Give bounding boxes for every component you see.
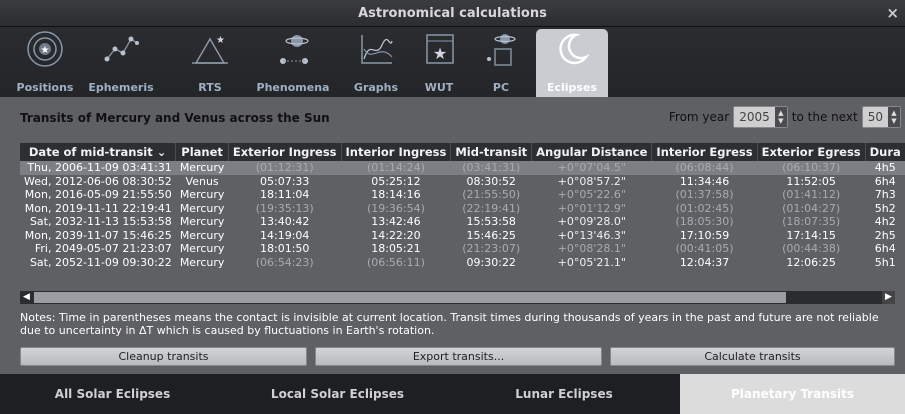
transits-table: Date of mid-transit ⌄ Planet Exterior In… [20,143,905,277]
table-row[interactable]: Sat, 2052-11-09 09:30:22 Mercury (06:54:… [20,256,905,270]
next-years-value[interactable]: 50 [863,110,888,124]
year-range-controls: From year 2005 ▲ ▼ to the next 50 ▲ ▼ [669,105,905,129]
action-buttons: Cleanup transits Export transits... Calc… [20,347,895,366]
calculate-transits-button[interactable]: Calculate transits [610,347,895,366]
from-year-label: From year [668,110,730,124]
table-row[interactable]: Mon, 2039-11-07 15:46:25 Mercury 14:19:0… [20,229,905,243]
horizontal-scrollbar[interactable]: ◀ ▶ [20,291,895,304]
tab-graphs[interactable]: Graphs [346,29,406,97]
close-icon[interactable]: × [886,4,899,22]
calendar-star-icon: ★ [426,34,454,64]
main-tab-bar: ★ Positions Ephemeris ★ RTS Phenomena Gr… [0,27,905,97]
column-interior-ingress[interactable]: Interior Ingress [341,143,452,161]
window-title: Astronomical calculations [358,6,547,21]
column-interior-egress[interactable]: Interior Egress [651,143,758,161]
target-icon: ★ [27,31,63,67]
constellation-icon [104,36,139,62]
tab-positions[interactable]: ★ Positions [14,29,76,97]
svg-text:★: ★ [433,44,447,63]
tab-label: Phenomena [256,81,330,94]
title-bar: Astronomical calculations × [0,0,905,27]
export-transits-button[interactable]: Export transits... [315,347,602,366]
cleanup-transits-button[interactable]: Cleanup transits [20,347,307,366]
planets-icon [280,35,309,64]
tab-ephemeris[interactable]: Ephemeris [86,29,156,97]
spin-arrows-icon[interactable]: ▲ ▼ [888,107,900,127]
tab-lunar-eclipses[interactable]: Lunar Eclipses [450,374,678,414]
graph-icon [361,35,393,64]
table-row[interactable]: Wed, 2012-06-06 08:30:52 Venus 05:07:33 … [20,175,905,189]
table-row[interactable]: Sat, 2032-11-13 15:53:58 Mercury 13:40:4… [20,215,905,229]
tab-eclipses[interactable]: Eclipses [536,29,608,97]
next-years-spinbox[interactable]: 50 ▲ ▼ [861,106,901,128]
column-planet[interactable]: Planet [175,143,229,161]
tab-wut[interactable]: ★ WUT [414,29,464,97]
svg-text:★: ★ [216,35,225,46]
table-header: Date of mid-transit ⌄ Planet Exterior In… [20,143,905,161]
panel-heading: Transits of Mercury and Venus across the… [20,111,330,125]
from-year-value[interactable]: 2005 [734,110,775,124]
scroll-right-icon[interactable]: ▶ [882,291,895,304]
planet-calc-icon [487,34,516,66]
tab-all-solar-eclipses[interactable]: All Solar Eclipses [0,374,225,414]
table-row[interactable]: Mon, 2016-05-09 21:55:50 Mercury 18:11:0… [20,188,905,202]
tab-rts[interactable]: ★ RTS [182,29,238,97]
tab-label: Graphs [353,81,399,94]
notes-text: Notes: Time in parentheses means the con… [20,311,879,337]
rise-set-icon: ★ [192,35,228,64]
spin-arrows-icon[interactable]: ▲ ▼ [774,107,787,127]
tab-phenomena[interactable]: Phenomena [250,29,336,97]
scrollbar-thumb[interactable] [34,292,786,303]
tab-planetary-transits[interactable]: Planetary Transits [680,374,905,414]
table-row[interactable]: Mon, 2019-11-11 22:19:41 Mercury (19:35:… [20,202,905,216]
tab-label: PC [492,81,510,94]
column-angular-distance[interactable]: Angular Distance [531,143,653,161]
column-exterior-ingress[interactable]: Exterior Ingress [228,143,342,161]
tab-label: Positions [16,81,74,94]
tab-label: Eclipses [546,81,597,94]
next-label: to the next [791,110,858,124]
column-date[interactable]: Date of mid-transit ⌄ [20,143,177,161]
table-row[interactable]: Thu, 2006-11-09 03:41:31 Mercury (01:12:… [20,161,905,175]
column-exterior-egress[interactable]: Exterior Egress [757,143,866,161]
column-mid-transit[interactable]: Mid-transit [450,143,533,161]
tab-local-solar-eclipses[interactable]: Local Solar Eclipses [225,374,450,414]
eclipses-panel: Transits of Mercury and Venus across the… [0,97,905,374]
scroll-left-icon[interactable]: ◀ [20,291,33,304]
crescent-icon [559,33,590,65]
sort-arrow-icon: ⌄ [156,145,167,159]
svg-text:★: ★ [41,45,50,56]
column-duration[interactable]: Dura [865,143,905,161]
table-row[interactable]: Fri, 2049-05-07 21:23:07 Mercury 18:01:5… [20,242,905,256]
eclipse-type-tabs: All Solar Eclipses Local Solar Eclipses … [0,374,905,414]
tab-pc[interactable]: PC [476,29,526,97]
tab-label: RTS [198,81,222,94]
from-year-spinbox[interactable]: 2005 ▲ ▼ [733,106,788,128]
tab-label: Ephemeris [88,81,154,94]
tab-label: WUT [424,81,454,94]
